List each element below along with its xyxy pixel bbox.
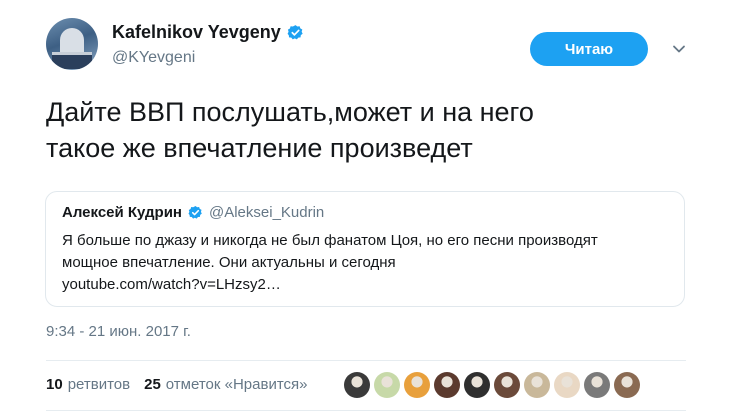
liker-avatar-icon[interactable] [344, 372, 370, 398]
author-avatar[interactable] [46, 18, 98, 70]
liker-avatar-icon[interactable] [464, 372, 490, 398]
author-name-row: Kafelnikov Yevgeny [112, 22, 304, 43]
verified-badge-icon [287, 25, 303, 40]
liker-avatar-icon[interactable] [494, 372, 520, 398]
verified-badge-icon [188, 205, 202, 219]
author-display-name[interactable]: Kafelnikov Yevgeny [112, 22, 281, 43]
author-handle[interactable]: @KYevgeni [112, 49, 195, 67]
retweets-stat[interactable]: 10 ретвитов [46, 376, 130, 393]
tweet-text: Дайте ВВП послушать,может и на него тако… [46, 94, 686, 166]
likes-label: отметок «Нравится» [165, 376, 308, 393]
retweets-label: ретвитов [67, 376, 131, 393]
following-button[interactable]: Читаю [530, 32, 648, 66]
retweets-count: 10 [46, 376, 63, 393]
quoted-tweet-header: Алексей Кудрин @Aleksei_Kudrin [62, 204, 324, 221]
liker-avatar-icon[interactable] [404, 372, 430, 398]
avatar-background [52, 52, 92, 69]
tweet-text-line: такое же впечатление произведет [46, 133, 473, 163]
liker-avatar-icon[interactable] [524, 372, 550, 398]
more-options-button[interactable] [668, 38, 690, 60]
liker-avatar-icon[interactable] [584, 372, 610, 398]
quoted-text-line: Я больше по джазу и никогда не был фанат… [62, 232, 598, 249]
chevron-down-icon [673, 45, 685, 53]
quoted-tweet-card[interactable]: Алексей Кудрин @Aleksei_Kudrin Я больше … [45, 191, 685, 307]
liker-avatar-icon[interactable] [614, 372, 640, 398]
quoted-author-handle: @Aleksei_Kudrin [208, 204, 325, 221]
liker-avatar-icon[interactable] [374, 372, 400, 398]
liker-avatar-icon[interactable] [554, 372, 580, 398]
quoted-tweet-text: Я больше по джазу и никогда не был фанат… [62, 230, 662, 296]
tweet-text-line: Дайте ВВП послушать,может и на него [46, 97, 534, 127]
tweet-timestamp[interactable]: 9:34 - 21 июн. 2017 г. [46, 323, 191, 340]
divider [46, 360, 686, 361]
divider [46, 410, 686, 411]
tweet-stats: 10 ретвитов 25 отметок «Нравится» [46, 376, 307, 393]
likers-avatars [344, 372, 640, 398]
quoted-author-name: Алексей Кудрин [62, 204, 182, 221]
quoted-link[interactable]: youtube.com/watch?v=LHzsy2… [62, 274, 662, 296]
likes-count: 25 [144, 376, 161, 393]
liker-avatar-icon[interactable] [434, 372, 460, 398]
likes-stat[interactable]: 25 отметок «Нравится» [144, 376, 307, 393]
quoted-text-line: мощное впечатление. Они актуальны и сего… [62, 254, 396, 271]
